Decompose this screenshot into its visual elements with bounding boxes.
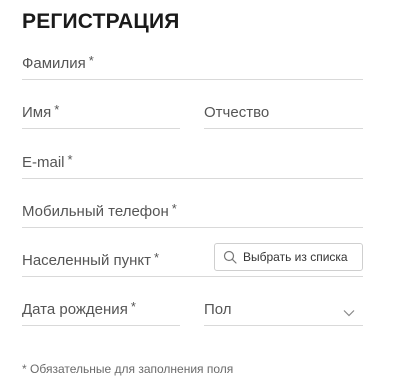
gender-label: Пол (204, 301, 232, 318)
phone-label: Мобильный телефон * (22, 201, 177, 220)
select-from-list-label: Выбрать из списка (243, 250, 348, 264)
birthdate-field[interactable]: Дата рождения * (22, 298, 180, 326)
city-label: Населенный пункт * (22, 250, 160, 269)
lastname-label: Фамилия * (22, 53, 94, 72)
firstname-field[interactable]: Имя * (22, 101, 180, 129)
email-label: E-mail * (22, 152, 73, 171)
required-mark: * (171, 201, 177, 216)
email-field[interactable]: E-mail * (22, 151, 363, 179)
lastname-field[interactable]: Фамилия * (22, 52, 363, 80)
select-from-list-button[interactable]: Выбрать из списка (214, 243, 363, 271)
patronymic-field[interactable]: Отчество (204, 101, 363, 129)
patronymic-label: Отчество (204, 104, 270, 121)
firstname-label: Имя * (22, 102, 60, 121)
required-fields-note: * Обязательные для заполнения поля (22, 362, 234, 376)
required-mark: * (88, 53, 94, 68)
required-mark: * (67, 152, 73, 167)
gender-select[interactable]: Пол (204, 298, 363, 326)
chevron-down-icon (343, 310, 355, 317)
required-mark: * (154, 250, 160, 265)
required-mark: * (130, 299, 136, 314)
phone-field[interactable]: Мобильный телефон * (22, 200, 363, 228)
search-icon (223, 250, 237, 264)
required-mark: * (54, 102, 60, 117)
form-title: РЕГИСТРАЦИЯ (22, 10, 180, 33)
birthdate-label: Дата рождения * (22, 299, 136, 318)
